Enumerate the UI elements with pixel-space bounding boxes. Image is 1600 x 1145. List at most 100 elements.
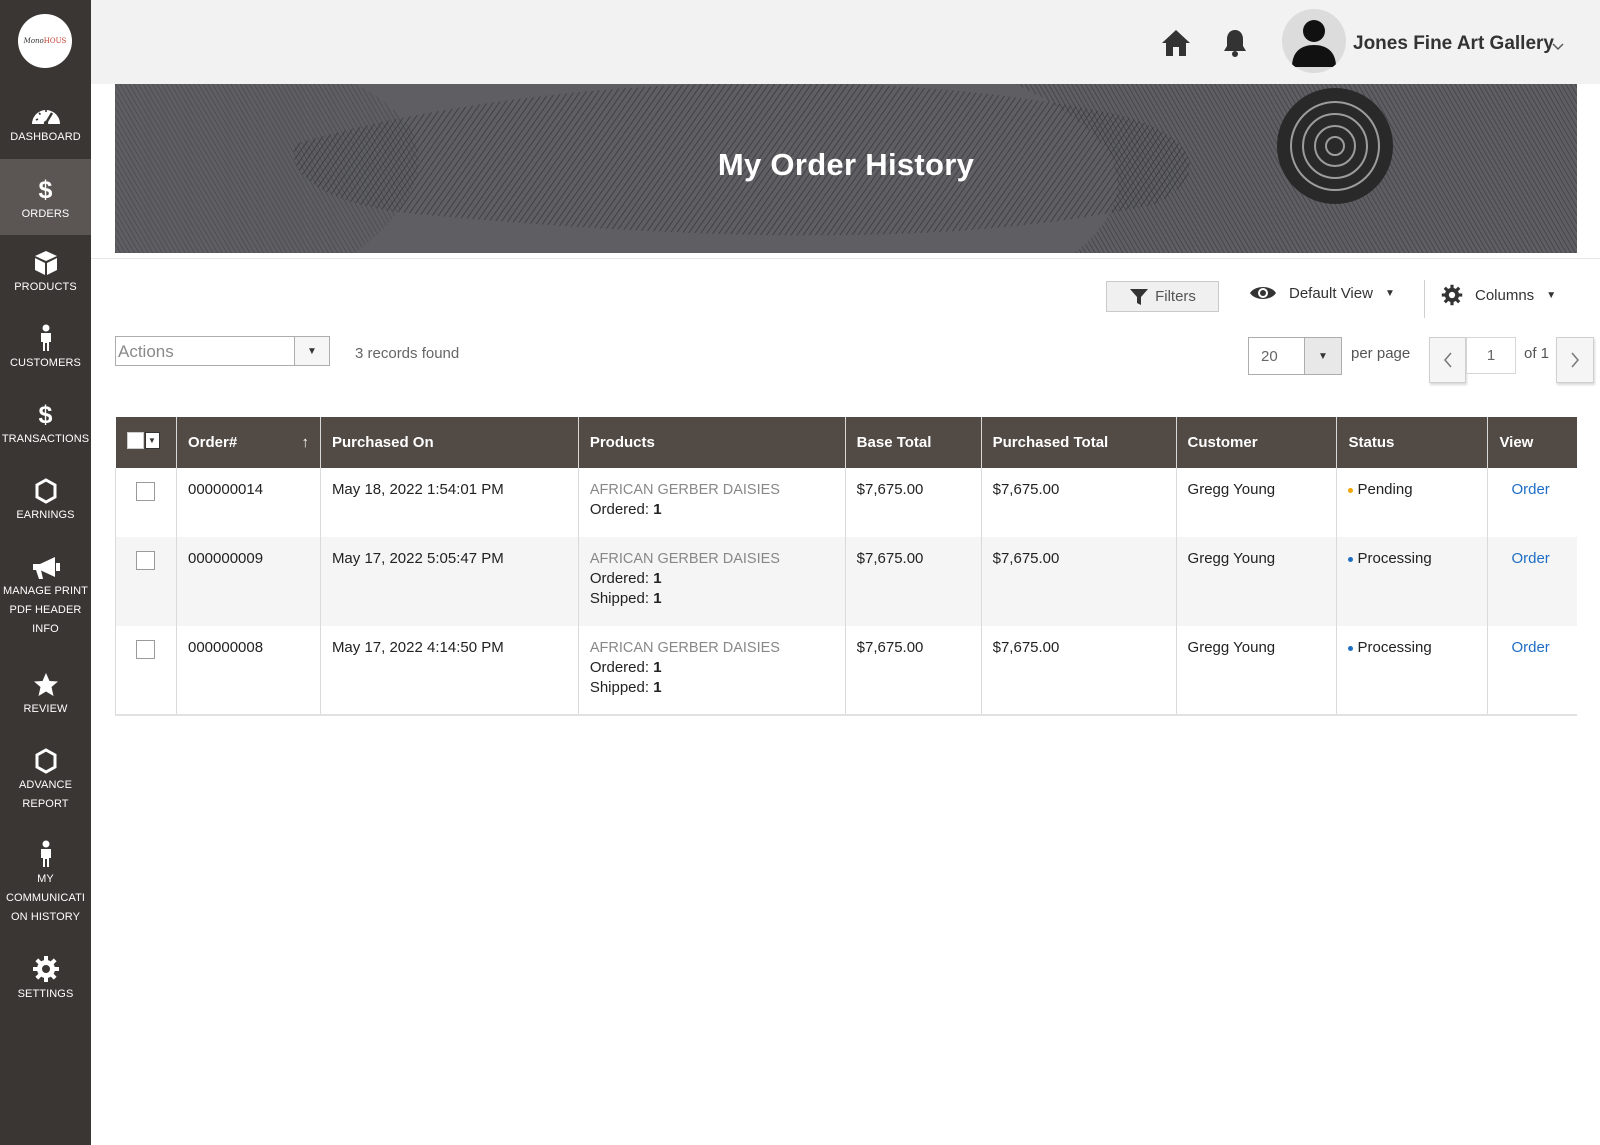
caret-down-icon: ▼: [1384, 287, 1395, 299]
column-header-order[interactable]: Order# ↑: [176, 417, 321, 468]
previous-page-button[interactable]: [1429, 337, 1466, 383]
sidebar-item-label: TRANSACTIONS: [1, 433, 90, 445]
sidebar-item-label: DASHBOARD: [10, 131, 81, 143]
chevron-right-icon: [1571, 352, 1579, 368]
purchased-total: $7,675.00: [981, 626, 1177, 716]
actions-value: Actions: [118, 342, 174, 361]
table-row: 000000014 May 18, 2022 1:54:01 PM AFRICA…: [115, 468, 1578, 537]
dollar-icon: $: [38, 176, 53, 204]
sidebar-item-label: CUSTOMERS: [10, 357, 81, 369]
purchased-on: May 17, 2022 4:14:50 PM: [320, 626, 579, 716]
select-all-header[interactable]: ▼: [115, 417, 177, 468]
sort-ascending-icon[interactable]: ↑: [301, 434, 309, 451]
column-header-purchased-total[interactable]: Purchased Total: [981, 417, 1177, 468]
page-total-label: of 1: [1524, 345, 1550, 362]
ordered-qty-line: Ordered: 1: [589, 501, 662, 518]
status-cell: Pending: [1336, 468, 1489, 537]
records-count: 3 records found: [355, 345, 460, 362]
star-icon: [33, 670, 59, 698]
sidebar-item-customers[interactable]: CUSTOMERS: [0, 324, 91, 384]
columns-label: Columns: [1475, 286, 1535, 304]
view-order-link[interactable]: Order: [1499, 480, 1549, 500]
select-all-checkbox[interactable]: ▼: [126, 432, 160, 449]
purchased-on: May 17, 2022 5:05:47 PM: [320, 537, 579, 626]
ordered-qty-line: Ordered: 1: [589, 659, 662, 676]
status-cell: Processing: [1336, 537, 1489, 626]
sidebar-item-products[interactable]: PRODUCTS: [0, 248, 91, 308]
sidebar-item-my-communication-history[interactable]: MY COMMUNICATI ON HISTORY: [0, 840, 91, 930]
sidebar-item-label: MANAGE PRINT PDF HEADER INFO: [3, 585, 88, 635]
sidebar-item-manage-print-pdf-header-info[interactable]: MANAGE PRINT PDF HEADER INFO: [0, 552, 91, 642]
brand-logo-text: MonoHOUS: [23, 37, 67, 45]
sidebar-item-label: ORDERS: [21, 208, 70, 220]
products-cell: AFRICAN GERBER DAISIES Ordered: 1 Shippe…: [578, 537, 846, 626]
person-icon: [39, 840, 53, 868]
products-cell: AFRICAN GERBER DAISIES Ordered: 1: [578, 468, 846, 537]
customer-name: Gregg Young: [1176, 626, 1338, 716]
filters-button[interactable]: Filters: [1106, 281, 1219, 312]
base-total: $7,675.00: [845, 468, 982, 537]
filters-label: Filters: [1155, 288, 1196, 305]
page-banner: My Order History: [115, 84, 1577, 253]
home-icon[interactable]: [1161, 28, 1191, 63]
column-header-base-total[interactable]: Base Total: [845, 417, 982, 468]
view-selector[interactable]: Default View ▼: [1249, 284, 1395, 302]
megaphone-icon: [31, 552, 61, 580]
sidebar-item-review[interactable]: REVIEW: [0, 670, 91, 730]
sidebar-item-transactions[interactable]: $ TRANSACTIONS: [0, 400, 91, 460]
view-cell: Order: [1487, 537, 1577, 626]
status-cell: Processing: [1336, 626, 1489, 716]
eye-icon: [1250, 287, 1276, 299]
user-avatar-icon[interactable]: [1282, 9, 1346, 73]
order-number: 000000014: [176, 468, 321, 537]
base-total: $7,675.00: [845, 537, 982, 626]
orders-table: ▼ Order# ↑ Purchased On Products Base Tot…: [115, 417, 1577, 716]
bell-icon[interactable]: [1222, 28, 1248, 63]
caret-down-icon[interactable]: ▼: [144, 432, 160, 449]
column-header-status[interactable]: Status: [1336, 417, 1489, 468]
select-all-box[interactable]: [126, 432, 144, 449]
column-header-purchased-on[interactable]: Purchased On: [320, 417, 579, 468]
products-cell: AFRICAN GERBER DAISIES Ordered: 1 Shippe…: [578, 626, 846, 716]
toolbar-divider: [1424, 280, 1425, 318]
table-header-row: ▼ Order# ↑ Purchased On Products Base Tot…: [115, 417, 1577, 468]
sidebar-item-label: PRODUCTS: [14, 281, 77, 293]
status-processing-dot: [1348, 556, 1354, 562]
per-page-select[interactable]: 20 ▼: [1248, 337, 1342, 375]
columns-selector[interactable]: Columns ▼: [1441, 284, 1556, 306]
next-page-button[interactable]: [1556, 337, 1594, 383]
dollar-icon: $: [38, 401, 53, 429]
actions-dropdown[interactable]: Actions ▼: [115, 336, 330, 366]
gear-icon: [1441, 284, 1463, 306]
per-page-value: 20: [1261, 348, 1278, 365]
purchased-total: $7,675.00: [981, 537, 1177, 626]
column-header-products[interactable]: Products: [578, 417, 846, 468]
sidebar-item-label: MY COMMUNICATI ON HISTORY: [5, 873, 86, 923]
sidebar-item-label: REVIEW: [23, 703, 68, 715]
page-number-input[interactable]: 1: [1466, 337, 1516, 374]
sidebar-item-settings[interactable]: SETTINGS: [0, 955, 91, 1015]
caret-down-icon[interactable]: ▼: [1304, 338, 1341, 374]
sidebar-item-dashboard[interactable]: DASHBOARD: [0, 98, 91, 160]
chevron-down-icon[interactable]: [1552, 40, 1564, 54]
page-title: My Order History: [717, 147, 975, 182]
caret-down-icon[interactable]: ▼: [294, 337, 329, 365]
status-badge: Processing: [1357, 639, 1432, 656]
row-checkbox[interactable]: [136, 640, 155, 659]
column-header-customer[interactable]: Customer: [1176, 417, 1338, 468]
sidebar-item-orders[interactable]: $ ORDERS: [0, 159, 91, 235]
user-name[interactable]: Jones Fine Art Gallery: [1353, 33, 1554, 55]
purchased-total: $7,675.00: [981, 468, 1177, 537]
row-checkbox[interactable]: [136, 482, 155, 501]
view-order-link[interactable]: Order: [1499, 549, 1549, 569]
view-order-link[interactable]: Order: [1499, 638, 1549, 658]
product-name: AFRICAN GERBER DAISIES: [589, 551, 780, 567]
sidebar-item-earnings[interactable]: EARNINGS: [0, 476, 91, 536]
dashboard-icon: [30, 98, 62, 126]
caret-down-icon: ▼: [1546, 289, 1557, 301]
product-name: AFRICAN GERBER DAISIES: [589, 482, 780, 498]
sidebar-item-advance-report[interactable]: ADVANCE REPORT: [0, 746, 91, 826]
row-checkbox[interactable]: [136, 551, 155, 570]
shipped-qty-line: Shipped: 1: [589, 590, 662, 607]
brand-logo[interactable]: MonoHOUS: [18, 14, 72, 68]
